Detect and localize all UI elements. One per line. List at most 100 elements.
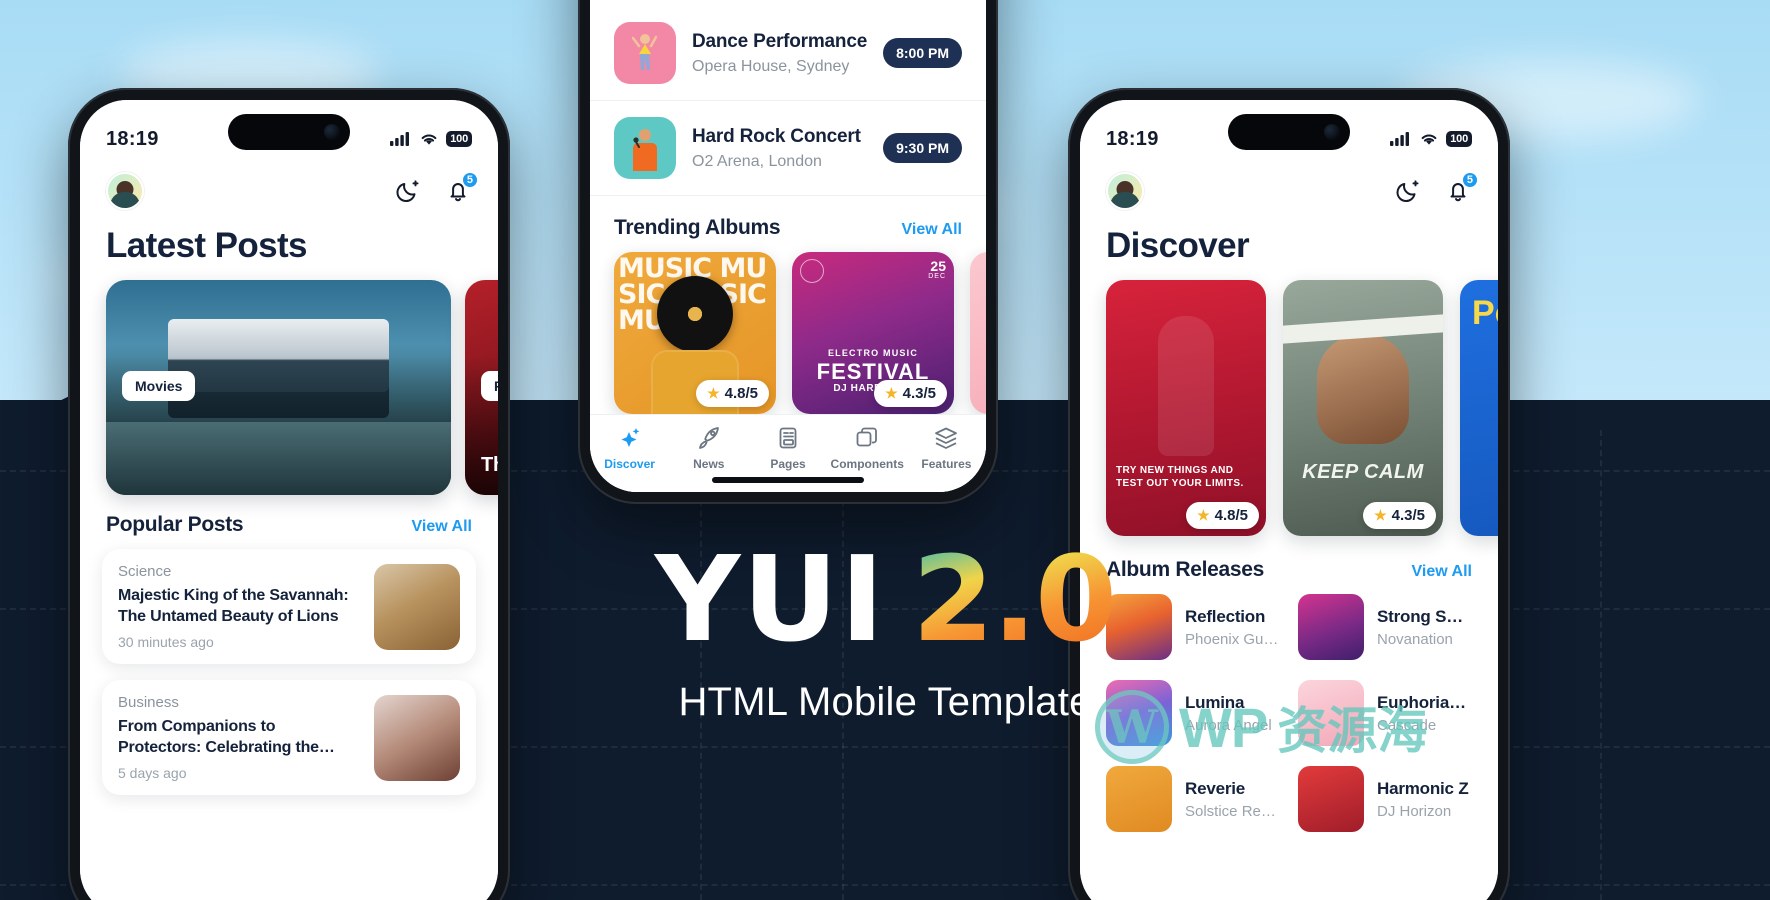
poster-figure	[1158, 316, 1214, 456]
section-title: Trending Albums	[614, 216, 781, 239]
app-content-left: 5 Latest Posts Movies A Guide to the Bes…	[80, 100, 498, 900]
hero-card[interactable]: Fo Th Fr Cr	[465, 280, 498, 495]
app-bar-left: 5	[80, 164, 498, 210]
event-thumbnail	[614, 22, 676, 84]
event-row[interactable]: Hard Rock Concert O2 Arena, London 9:30 …	[590, 101, 986, 196]
singer-figure-icon	[633, 129, 657, 171]
tab-components[interactable]: Components	[828, 424, 907, 471]
branding-block: YUI 2.0 HTML Mobile Template	[0, 540, 1770, 725]
discover-card[interactable]: TRY NEW THINGS AND TEST OUT YOUR LIMITS.…	[1106, 280, 1266, 536]
trending-albums-carousel[interactable]: MUSIC MUSIC MUSIC MU ★ 4.8/5 25 DEC	[590, 252, 986, 414]
bell-notifications-icon[interactable]: 5	[444, 171, 479, 205]
poster-caption: KEEP CALM	[1302, 461, 1424, 483]
avatar[interactable]	[106, 172, 144, 210]
brand-tagline: HTML Mobile Template	[678, 680, 1092, 724]
discover-card[interactable]: KEEP CALM ★ 4.3/5	[1283, 280, 1443, 536]
phone-right: 18:19 100 5 Discover TRY NEW THINGS AND …	[1068, 88, 1510, 900]
app-content-center: Dance Performance Opera House, Sydney 8:…	[590, 0, 986, 492]
tab-label: Pages	[770, 457, 806, 471]
view-all-link[interactable]: View All	[902, 221, 962, 239]
album-date: 25 DEC	[928, 259, 946, 281]
hero-title: Th Fr Cr	[481, 454, 498, 476]
phone-right-screen: 18:19 100 5 Discover TRY NEW THINGS AND …	[1080, 100, 1498, 900]
battery-level: 100	[446, 131, 472, 147]
star-icon: ★	[885, 385, 898, 401]
rating-value: 4.8/5	[1214, 507, 1248, 524]
rating-badge: ★ 4.3/5	[874, 380, 947, 407]
album-card[interactable]: 25 DEC ELECTRO MUSIC FESTIVAL DJ HARDWEL…	[792, 252, 954, 414]
release-name: Harmonic Z	[1377, 778, 1469, 798]
rating-value: 4.8/5	[724, 385, 758, 402]
event-time-badge: 8:00 PM	[883, 38, 962, 68]
event-location: Opera House, Sydney	[692, 57, 850, 75]
tab-label: News	[693, 457, 725, 471]
watermark-chinese: 资源海	[1277, 703, 1428, 759]
phone-left: 18:19 100 5 Latest Posts Movies A Guide …	[68, 88, 510, 900]
avatar[interactable]	[1106, 172, 1144, 210]
discover-card[interactable]: Po Sp	[1460, 280, 1498, 536]
album-day: 25	[930, 258, 946, 274]
article-icon	[779, 427, 797, 449]
release-cover	[1298, 766, 1364, 832]
view-all-link[interactable]: View All	[412, 518, 472, 536]
release-artist: DJ Horizon	[1377, 802, 1452, 820]
signal-bars-icon	[390, 132, 410, 146]
watermark: W WP 资源海	[1095, 690, 1427, 764]
event-time-badge: 9:30 PM	[883, 133, 962, 163]
latest-posts-carousel[interactable]: Movies A Guide to the Best Action Movies…	[80, 280, 498, 513]
release-artist: Solstice Re…	[1185, 802, 1276, 820]
app-content-right: 5 Discover TRY NEW THINGS AND TEST OUT Y…	[1080, 100, 1498, 900]
event-thumbnail	[614, 117, 676, 179]
sparkles-icon	[621, 428, 639, 447]
category-chip: Movies	[122, 371, 196, 401]
item-time: 5 days ago	[118, 765, 187, 782]
status-time: 18:19	[106, 127, 159, 150]
tab-discover[interactable]: Discover	[590, 424, 669, 471]
brand-version: 2.0	[912, 530, 1117, 668]
phone-center: Dance Performance Opera House, Sydney 8:…	[578, 0, 998, 504]
rating-value: 4.3/5	[1391, 507, 1425, 524]
front-camera-icon	[1324, 124, 1340, 140]
album-card[interactable]: MUSIC MUSIC MUSIC MU ★ 4.8/5	[614, 252, 776, 414]
album-month: DEC	[928, 273, 946, 281]
notification-badge: 5	[460, 171, 479, 189]
battery-level: 100	[1446, 131, 1472, 147]
brand-logo: YUI 2.0	[0, 540, 1770, 658]
rating-value: 4.3/5	[902, 385, 936, 402]
release-name: Reverie	[1185, 778, 1246, 798]
event-location: O2 Arena, London	[692, 152, 822, 170]
vinyl-record-icon	[657, 275, 733, 352]
moon-dark-mode-icon[interactable]	[1394, 177, 1422, 205]
layers-stack-icon	[856, 427, 878, 447]
wordpress-logo-icon: W	[1095, 690, 1169, 764]
trending-albums-header: Trending Albums View All	[590, 196, 986, 252]
hero-card[interactable]: Movies A Guide to the Best Action Movies…	[106, 280, 451, 495]
wifi-icon	[1421, 134, 1437, 145]
watermark-latin: WP	[1179, 695, 1268, 759]
release-item[interactable]: Harmonic Z DJ Horizon	[1298, 766, 1472, 832]
page-title: Discover	[1106, 226, 1250, 265]
album-line-1: ELECTRO MUSIC	[827, 348, 919, 358]
notification-badge: 5	[1460, 171, 1479, 189]
tab-news[interactable]: News	[669, 424, 748, 471]
screenshot-stage: 18:19 100 5 Latest Posts Movies A Guide …	[0, 0, 1770, 900]
bell-notifications-icon[interactable]: 5	[1444, 171, 1479, 205]
release-item[interactable]: Reverie Solstice Re…	[1106, 766, 1280, 832]
tab-label: Features	[921, 457, 972, 471]
discover-carousel[interactable]: TRY NEW THINGS AND TEST OUT YOUR LIMITS.…	[1080, 280, 1498, 558]
star-icon: ★	[707, 385, 720, 401]
section-title: Popular Posts	[106, 513, 244, 536]
layers-icon	[935, 427, 958, 449]
moon-dark-mode-icon[interactable]	[394, 177, 422, 205]
star-icon: ★	[1374, 507, 1387, 523]
poster-portrait	[1317, 334, 1409, 444]
rating-badge: ★ 4.3/5	[1363, 502, 1436, 529]
rocket-icon	[698, 427, 719, 449]
tab-pages[interactable]: Pages	[748, 424, 827, 471]
dynamic-island	[228, 114, 350, 150]
event-row[interactable]: Dance Performance Opera House, Sydney 8:…	[590, 6, 986, 101]
album-card[interactable]	[970, 252, 986, 414]
home-indicator	[712, 477, 864, 483]
star-icon: ★	[1197, 507, 1210, 523]
tab-features[interactable]: Features	[907, 424, 986, 471]
